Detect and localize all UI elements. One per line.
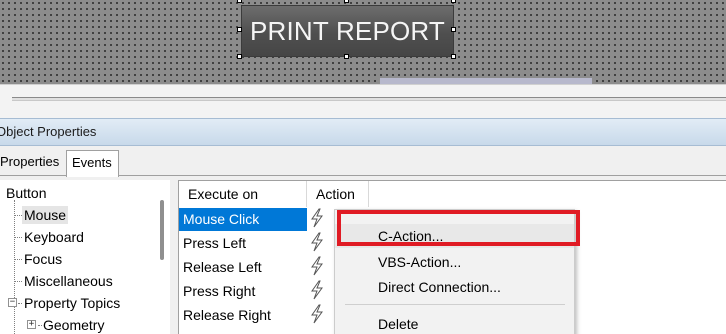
ruler-band [0, 84, 726, 118]
object-properties-titlebar: Object Properties [0, 118, 726, 146]
tree-item-focus[interactable]: Focus [24, 250, 62, 268]
tree-item-property-topics[interactable]: Property Topics [24, 294, 120, 312]
column-header-execute-on[interactable]: Execute on [179, 181, 307, 207]
selection-handle[interactable] [451, 0, 456, 3]
selection-handle[interactable] [451, 54, 456, 59]
tree-connector-line [14, 259, 22, 260]
event-row-press-left[interactable]: Press Left [179, 232, 307, 255]
menu-item-direct-connection[interactable]: Direct Connection... [335, 275, 574, 299]
tree-item-button[interactable]: Button [6, 184, 46, 202]
lightning-icon[interactable] [308, 232, 326, 252]
event-row-mouse-click[interactable]: Mouse Click [179, 208, 307, 231]
properties-tab-strip: Properties Events [0, 146, 726, 177]
panel-splitter[interactable] [170, 180, 178, 334]
lightning-icon[interactable] [308, 208, 326, 228]
lightning-icon[interactable] [308, 256, 326, 276]
tree-item-mouse[interactable]: Mouse [22, 206, 69, 224]
tree-connector-line [14, 237, 22, 238]
selection-handle[interactable] [344, 0, 349, 3]
selection-handle[interactable] [237, 54, 242, 59]
selection-handle[interactable] [237, 27, 242, 32]
selection-handle[interactable] [237, 0, 242, 3]
menu-separator [345, 304, 565, 305]
tree-connector-line [14, 215, 22, 216]
object-properties-title: Object Properties [0, 124, 97, 139]
menu-item-delete[interactable]: Delete [335, 312, 574, 334]
menu-item-vbs-action[interactable]: VBS-Action... [335, 250, 574, 274]
tab-events[interactable]: Events [66, 150, 119, 177]
expand-icon[interactable]: + [27, 320, 36, 329]
annotation-highlight-box [337, 210, 580, 246]
tree-item-miscellaneous[interactable]: Miscellaneous [24, 272, 113, 290]
column-header-action[interactable]: Action [307, 181, 369, 207]
lightning-icon[interactable] [308, 280, 326, 300]
tree-item-geometry[interactable]: Geometry [43, 316, 104, 334]
event-row-press-right[interactable]: Press Right [179, 280, 307, 303]
horizontal-scrollbar[interactable] [12, 97, 726, 101]
selection-handle[interactable] [344, 54, 349, 59]
tree-scrollbar-thumb[interactable] [160, 200, 164, 260]
tree-connector-line [14, 281, 22, 282]
print-report-button[interactable]: PRINT REPORT [241, 5, 454, 57]
tree-connector-line [38, 325, 42, 326]
event-category-tree: Button Mouse Keyboard Focus Miscellaneou… [0, 180, 170, 334]
collapse-icon[interactable]: − [8, 298, 17, 307]
tree-connector-line [14, 200, 15, 334]
tree-connector-line [18, 303, 22, 304]
tree-item-keyboard[interactable]: Keyboard [24, 228, 84, 246]
event-row-release-left[interactable]: Release Left [179, 256, 307, 279]
event-row-release-right[interactable]: Release Right [179, 304, 307, 327]
selection-handle[interactable] [451, 27, 456, 32]
tab-properties[interactable]: Properties [0, 150, 64, 177]
lightning-icon[interactable] [308, 304, 326, 324]
